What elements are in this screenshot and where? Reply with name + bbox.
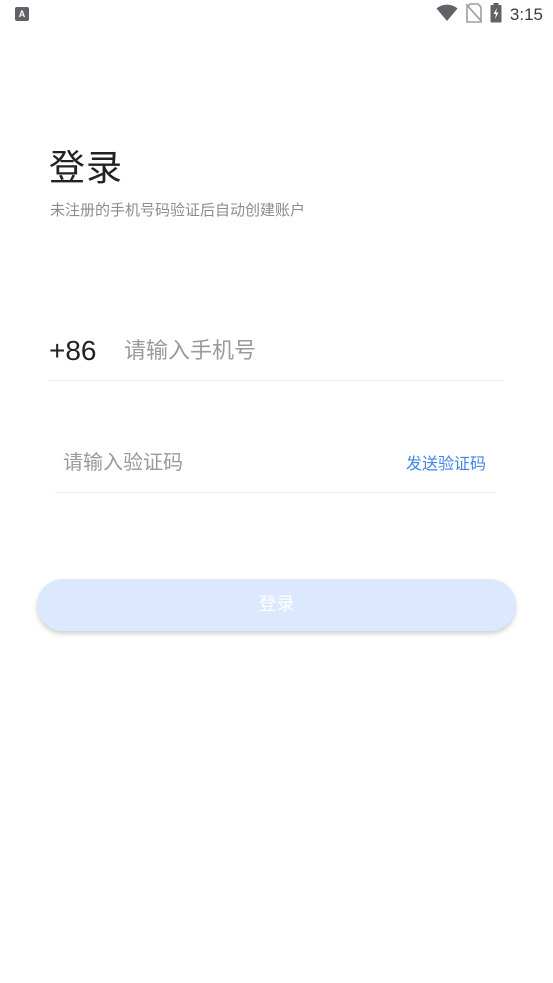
login-screen: A 3:15 登录 未注册的手机号码验证后自动创建账户 +86 请输入手机号 请… [0,0,553,983]
page-subtitle: 未注册的手机号码验证后自动创建账户 [50,201,306,219]
phone-field-row: +86 [49,330,504,381]
phone-input[interactable] [124,338,484,372]
wifi-icon [436,4,458,26]
battery-charging-icon [490,3,502,27]
code-field-row: 发送验证码 [55,440,496,493]
login-button[interactable]: 登录 [37,579,516,631]
no-sim-icon [465,3,483,27]
country-code[interactable]: +86 [49,335,124,375]
verification-code-input[interactable] [55,450,355,482]
status-time: 3:15 [509,5,543,24]
status-icons: 3:15 [428,3,543,27]
keyboard-indicator-icon: A [15,7,29,21]
send-code-button[interactable]: 发送验证码 [406,450,496,482]
status-bar: A 3:15 [0,0,553,32]
page-title: 登录 [49,148,124,189]
